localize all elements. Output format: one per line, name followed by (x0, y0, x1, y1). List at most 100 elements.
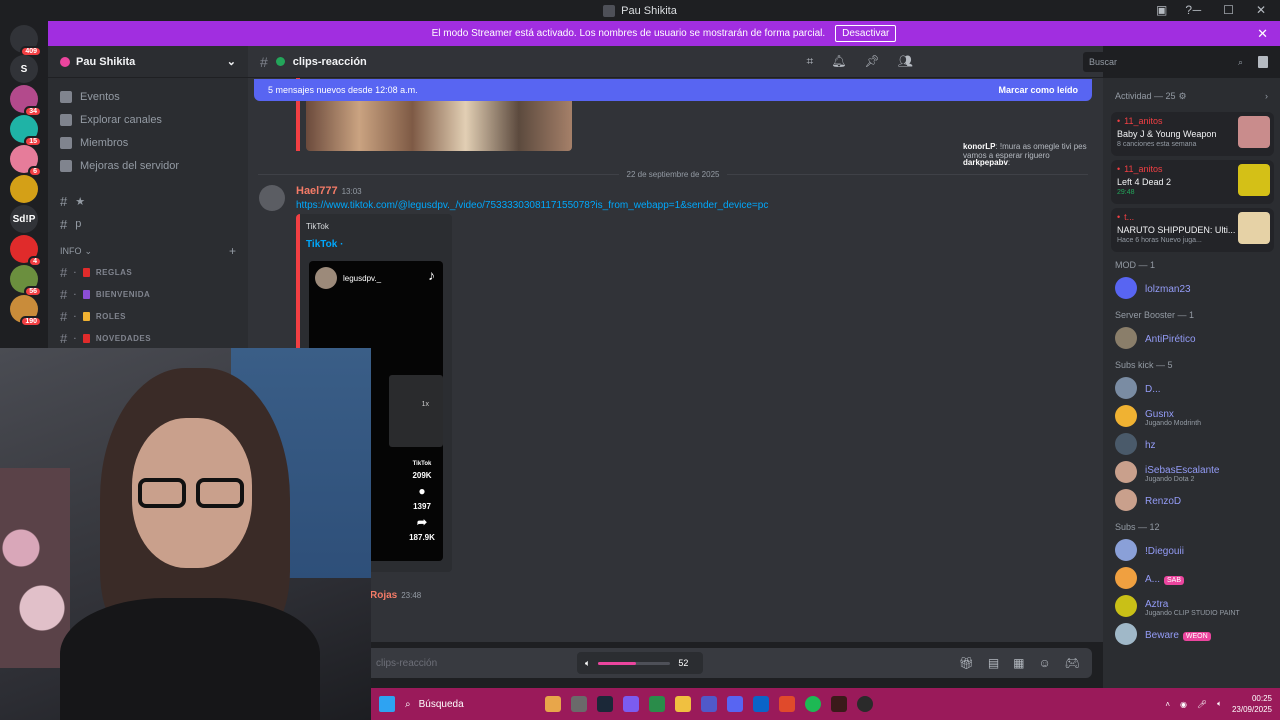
new-messages-bar[interactable]: 5 mensajes nuevos desde 12:08 a.m. Marca… (254, 79, 1092, 101)
minimize-button[interactable]: ─ (1193, 3, 1202, 17)
activity-header[interactable]: Actividad — 25 ⚙ › (1103, 86, 1280, 106)
network-icon[interactable]: ◉ (1180, 700, 1187, 709)
pin-icon[interactable]: 📌︎ (865, 54, 880, 69)
bell-icon[interactable]: 🔔︎ (831, 54, 846, 69)
server-icon[interactable]: Sd!P (10, 205, 38, 233)
close-button[interactable]: ✕ (1256, 3, 1266, 17)
message-author[interactable]: Hael777 13:03 (296, 185, 362, 197)
embed-title[interactable]: TikTok · (306, 239, 343, 250)
steam-icon[interactable] (597, 696, 613, 712)
category-info[interactable]: INFO ⌄ + (48, 241, 248, 261)
close-banner-icon[interactable]: ✕ (1257, 26, 1268, 42)
search-input[interactable]: Buscar ⌕ (1083, 52, 1249, 72)
server-icon[interactable]: 409 (10, 25, 42, 57)
glasses-left (138, 478, 186, 508)
channel-item[interactable]: # p (48, 213, 248, 235)
member-item[interactable]: AntiPirético (1103, 324, 1280, 352)
member-item[interactable]: D... (1103, 374, 1280, 402)
sidebar-item[interactable]: Eventos (48, 86, 248, 108)
activity-thumbnail (1238, 164, 1270, 196)
author-name[interactable]: Hael777 (296, 185, 338, 197)
member-item[interactable]: Beware WEON (1103, 620, 1280, 648)
help-icon[interactable]: ? (1185, 3, 1192, 17)
member-item[interactable]: lolzman23 (1103, 274, 1280, 302)
apps-icon[interactable]: 🎮︎ (1065, 656, 1080, 670)
channel-item[interactable]: # · NOVEDADES (48, 327, 248, 349)
member-item[interactable]: iSebasEscalante Jugando Dota 2 (1103, 458, 1280, 486)
windows-start-icon[interactable] (379, 696, 395, 712)
volume-control[interactable]: 🔈︎ 52 (577, 652, 703, 674)
mark-read-button[interactable]: Marcar como leído (998, 85, 1078, 95)
sticker-icon[interactable]: ▦ (1013, 656, 1024, 670)
channel-item[interactable]: # ★ (48, 190, 248, 212)
member-name-row: Beware WEON (1145, 627, 1211, 641)
folder-icon[interactable] (675, 696, 691, 712)
brave-icon[interactable] (779, 696, 795, 712)
server-icon[interactable]: 4 (10, 235, 42, 267)
message-input[interactable]: clips-reacción 🎁︎ ▤ ▦ ☺ 🎮︎ (364, 648, 1092, 678)
channel-item[interactable]: # · ROLES (48, 305, 248, 327)
mic-icon[interactable]: 🎤︎ (1197, 700, 1207, 709)
message-link[interactable]: https://www.tiktok.com/@legusdpv._/video… (296, 200, 768, 211)
members-icon[interactable]: 👥︎ (898, 54, 913, 69)
member-item[interactable]: !Diegouii (1103, 536, 1280, 564)
task-view-icon[interactable] (571, 696, 587, 712)
volume-slider[interactable] (598, 661, 671, 665)
taskbar-search[interactable]: ⌕ Búsqueda (405, 693, 535, 715)
member-item[interactable]: hz (1103, 430, 1280, 458)
spotify-icon[interactable] (805, 696, 821, 712)
widget-icon[interactable] (545, 696, 561, 712)
streamer-mode-banner: El modo Streamer está activado. Los nomb… (48, 21, 1280, 46)
emoji-icon[interactable]: ☺ (1039, 656, 1051, 670)
next-author-name[interactable]: Rojas (370, 590, 397, 601)
next-message-author[interactable]: Rojas 23:48 (370, 590, 421, 601)
chevron-up-icon[interactable]: ˄ (1165, 700, 1170, 709)
channel-item[interactable]: # · BIENVENIDA (48, 283, 248, 305)
server-icon[interactable]: 15 (10, 115, 42, 147)
member-item[interactable]: Gusnx Jugando Modrinth (1103, 402, 1280, 430)
activity-card[interactable]: • 11_anitos Left 4 Dead 2 29:48 (1111, 160, 1274, 204)
disable-streamer-button[interactable]: Desactivar (835, 25, 897, 42)
speaker-icon[interactable]: 🔈︎ (1217, 699, 1222, 709)
channel-name: REGLAS (95, 267, 133, 277)
inbox-icon[interactable]: ▣ (1156, 3, 1167, 17)
sidebar-item[interactable]: Miembros (48, 132, 248, 154)
search-placeholder: Buscar (1089, 57, 1118, 67)
activity-card[interactable]: • t... NARUTO SHIPPUDEN: Ulti... Hace 6 hor… (1111, 208, 1274, 252)
obs-studio-icon[interactable] (857, 696, 873, 712)
clock[interactable]: 00:25 23/09/2025 (1232, 693, 1272, 715)
sidebar-item-icon (60, 160, 72, 172)
member-item[interactable]: A... SAB (1103, 564, 1280, 592)
app-icon[interactable] (649, 696, 665, 712)
taskbar-search-label: Búsqueda (418, 698, 464, 710)
activity-card[interactable]: • 11_anitos Baby J & Young Weapon 8 cancion… (1111, 112, 1274, 156)
channel-name: ★ (75, 195, 86, 208)
maximize-button[interactable]: ☐ (1223, 3, 1234, 17)
server-icon[interactable]: 34 (10, 85, 42, 117)
member-item[interactable]: RenzoD (1103, 486, 1280, 514)
teams-icon[interactable] (701, 696, 717, 712)
threads-icon[interactable]: ⌗ (807, 54, 814, 69)
add-channel-icon[interactable]: + (229, 244, 236, 258)
server-icon[interactable]: 6 (10, 145, 42, 177)
channel-emoji-icon (82, 267, 90, 277)
obs-icon[interactable] (831, 696, 847, 712)
server-icon[interactable] (10, 175, 38, 203)
server-header[interactable]: Pau Shikita ⌄ (48, 46, 248, 78)
server-icon[interactable]: S (10, 55, 38, 83)
server-icon[interactable]: 190 (10, 295, 42, 327)
sidebar-item[interactable]: Explorar canales (48, 109, 248, 131)
gift-icon[interactable]: 🎁︎ (959, 656, 974, 670)
copilot-icon[interactable] (623, 696, 639, 712)
sidebar-item[interactable]: Mejoras del servidor (48, 155, 248, 177)
gif-icon[interactable]: ▤ (988, 656, 999, 670)
image-attachment[interactable] (306, 96, 572, 151)
server-icon[interactable]: 56 (10, 265, 42, 297)
channel-title: clips-reacción (292, 55, 367, 68)
outlook-icon[interactable] (753, 696, 769, 712)
discord-icon[interactable] (727, 696, 743, 712)
member-item[interactable]: Aztra Jugando CLIP STUDIO PAINT (1103, 592, 1280, 620)
channel-item[interactable]: # · REGLAS (48, 261, 248, 283)
bookmark-icon[interactable] (1258, 56, 1268, 68)
avatar[interactable] (259, 185, 285, 211)
